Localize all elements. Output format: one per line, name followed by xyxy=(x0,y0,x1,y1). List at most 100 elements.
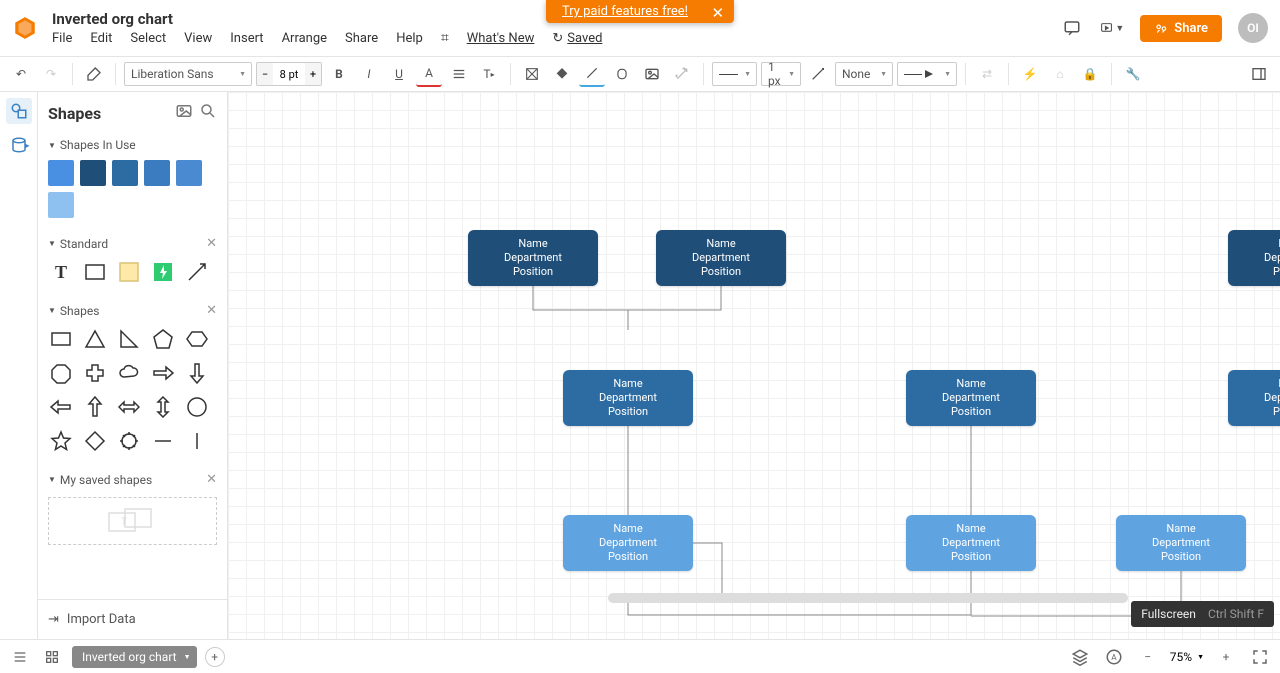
fill-color-button[interactable] xyxy=(549,61,575,87)
swatch[interactable] xyxy=(48,160,74,186)
saved-shapes-drop[interactable]: T xyxy=(48,497,217,545)
bolt-shape[interactable] xyxy=(150,259,176,285)
undo-button[interactable]: ↶ xyxy=(8,61,34,87)
right-triangle-icon[interactable] xyxy=(116,326,142,352)
shape-style-button[interactable] xyxy=(609,61,635,87)
line-end-select[interactable] xyxy=(897,62,957,86)
layers-icon[interactable] xyxy=(1068,645,1092,669)
rect-shape[interactable] xyxy=(82,259,108,285)
text-color-button[interactable]: A xyxy=(416,61,442,87)
panels-button[interactable] xyxy=(1246,61,1272,87)
pentagon-icon[interactable] xyxy=(150,326,176,352)
history-icon[interactable]: ↻ xyxy=(552,31,563,46)
close-icon[interactable]: ✕ xyxy=(206,303,217,318)
burst-icon[interactable] xyxy=(116,428,142,454)
menu-select[interactable]: Select xyxy=(130,31,166,46)
add-page-button[interactable]: + xyxy=(205,647,225,667)
line-icon[interactable] xyxy=(150,428,176,454)
underline-button[interactable]: U xyxy=(386,61,412,87)
share-button[interactable]: Share xyxy=(1140,15,1222,42)
section-shapes[interactable]: ▼Shapes✕ xyxy=(38,295,227,322)
rect-icon[interactable] xyxy=(48,326,74,352)
tools-button[interactable]: 🔧 xyxy=(1120,61,1146,87)
image-icon[interactable] xyxy=(175,102,193,124)
swatch[interactable] xyxy=(176,160,202,186)
comment-icon[interactable] xyxy=(1060,16,1084,40)
link-button[interactable]: ⌂ xyxy=(1047,61,1073,87)
star-icon[interactable] xyxy=(48,428,74,454)
menu-edit[interactable]: Edit xyxy=(90,31,112,46)
arrow-lr-icon[interactable] xyxy=(116,394,142,420)
vline-icon[interactable] xyxy=(184,428,210,454)
horizontal-scrollbar[interactable] xyxy=(608,593,1128,603)
shape-fill-button[interactable] xyxy=(519,61,545,87)
menu-help[interactable]: Help xyxy=(396,31,423,46)
line-path-button[interactable] xyxy=(805,61,831,87)
section-saved[interactable]: ▼My saved shapes✕ xyxy=(38,464,227,491)
zoom-in-button[interactable]: + xyxy=(1214,645,1238,669)
action-button[interactable]: ⚡ xyxy=(1017,61,1043,87)
close-icon[interactable]: ✕ xyxy=(711,4,724,22)
shapes-tab-icon[interactable] xyxy=(6,98,32,124)
org-node[interactable]: NameDepartmentPosition xyxy=(563,370,693,426)
line-start-select[interactable]: None xyxy=(835,62,893,86)
menu-share[interactable]: Share xyxy=(345,31,378,46)
org-node[interactable]: NameDepartmentPosition xyxy=(468,230,598,286)
grid-view-icon[interactable] xyxy=(40,645,64,669)
saved-status[interactable]: Saved xyxy=(567,31,602,46)
font-size-dec[interactable]: − xyxy=(257,63,273,85)
swatch[interactable] xyxy=(112,160,138,186)
hexagon-icon[interactable] xyxy=(184,326,210,352)
swap-button[interactable]: ⇄ xyxy=(974,61,1000,87)
menu-view[interactable]: View xyxy=(184,31,212,46)
close-icon[interactable]: ✕ xyxy=(206,472,217,487)
line-style-select[interactable] xyxy=(712,62,757,86)
align-button[interactable] xyxy=(446,61,472,87)
org-node[interactable]: NameDepartmentPosition xyxy=(906,370,1036,426)
format-painter-button[interactable] xyxy=(81,61,107,87)
swatch[interactable] xyxy=(48,192,74,218)
arrow-up-icon[interactable] xyxy=(82,394,108,420)
org-node[interactable]: NameDepartmentPosition xyxy=(906,515,1036,571)
close-icon[interactable]: ✕ xyxy=(206,236,217,251)
list-view-icon[interactable] xyxy=(8,645,32,669)
org-node[interactable]: NameDepartmentPosition xyxy=(1116,515,1246,571)
menu-insert[interactable]: Insert xyxy=(230,31,263,46)
fullscreen-button[interactable] xyxy=(1248,645,1272,669)
page-tab[interactable]: Inverted org chart xyxy=(72,646,197,668)
text-shape[interactable]: T xyxy=(48,259,74,285)
avatar[interactable]: OI xyxy=(1238,13,1268,43)
magic-button[interactable] xyxy=(669,61,695,87)
triangle-icon[interactable] xyxy=(82,326,108,352)
bold-button[interactable]: B xyxy=(326,61,352,87)
image-button[interactable] xyxy=(639,61,665,87)
section-standard[interactable]: ▼Standard✕ xyxy=(38,228,227,255)
diamond-icon[interactable] xyxy=(82,428,108,454)
menu-arrange[interactable]: Arrange xyxy=(282,31,327,46)
lock-button[interactable]: 🔒 xyxy=(1077,61,1103,87)
data-tab-icon[interactable]: ▸ xyxy=(6,132,32,158)
arrow-shape[interactable] xyxy=(184,259,210,285)
canvas[interactable]: NameDepartmentPosition NameDepartmentPosi… xyxy=(228,92,1280,639)
swatch[interactable] xyxy=(80,160,106,186)
trial-link[interactable]: Try paid features free! xyxy=(562,4,688,19)
border-color-button[interactable] xyxy=(579,61,605,87)
redo-button[interactable]: ↷ xyxy=(38,61,64,87)
octagon-icon[interactable] xyxy=(48,360,74,386)
app-logo[interactable] xyxy=(12,15,38,41)
arrow-ud-icon[interactable] xyxy=(150,394,176,420)
org-node[interactable]: NameDepartmentPosition xyxy=(1228,230,1280,286)
note-shape[interactable] xyxy=(116,259,142,285)
present-icon[interactable]: ▼ xyxy=(1100,16,1124,40)
font-size-stepper[interactable]: − + xyxy=(256,62,322,86)
font-size-inc[interactable]: + xyxy=(305,63,321,85)
text-options-button[interactable]: T▸ xyxy=(476,61,502,87)
org-node[interactable]: NameDepartmentPosition xyxy=(656,230,786,286)
doc-title[interactable]: Inverted org chart xyxy=(52,10,602,28)
org-node[interactable]: NameDepartmentPosition xyxy=(1228,370,1280,426)
plus-icon[interactable] xyxy=(82,360,108,386)
font-select[interactable]: Liberation Sans xyxy=(124,62,252,86)
cloud-icon[interactable] xyxy=(116,360,142,386)
zoom-out-button[interactable]: − xyxy=(1136,645,1160,669)
apps-icon[interactable]: ⌗ xyxy=(441,30,449,46)
